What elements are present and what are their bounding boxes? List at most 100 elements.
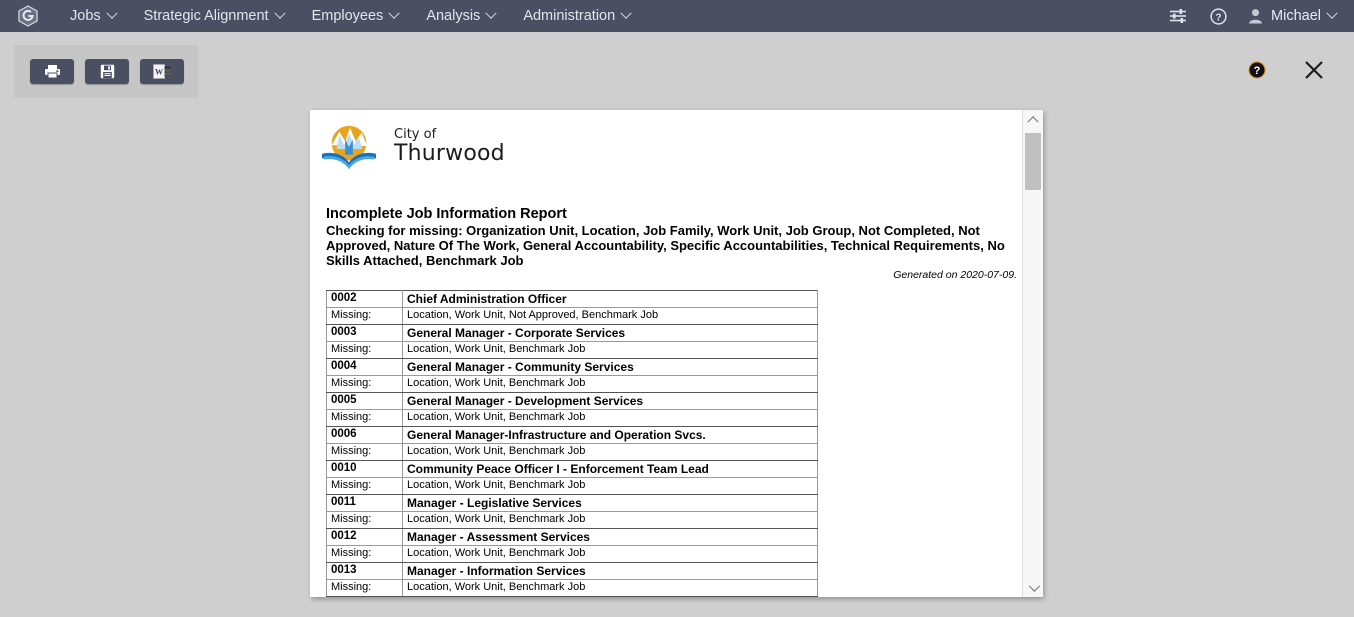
save-button[interactable] xyxy=(85,59,129,84)
nav-item-jobs[interactable]: Jobs xyxy=(56,0,130,32)
chevron-up-icon xyxy=(1026,115,1039,127)
table-row: Missing: Location, Work Unit, Benchmark J… xyxy=(326,545,818,563)
report-viewer: City of Thurwood Incomplete Job Informat… xyxy=(310,110,1043,597)
job-title-cell: Manager - Assessment Services xyxy=(402,528,818,546)
close-button[interactable] xyxy=(1302,58,1326,82)
export-word-button[interactable]: W xyxy=(140,59,184,84)
report-subtitle: Checking for missing: Organization Unit,… xyxy=(326,223,1005,268)
table-body: 0002 Chief Administration Officer Missing:… xyxy=(326,290,818,597)
job-title-cell: General Manager - Community Services xyxy=(402,358,818,376)
report-toolbar: W xyxy=(14,45,198,98)
missing-values-cell: Location, Work Unit, Not Approved, Bench… xyxy=(402,307,818,325)
user-menu[interactable]: Michael xyxy=(1238,0,1340,32)
print-icon xyxy=(44,65,60,79)
nav-item-label: Administration xyxy=(523,8,616,24)
scrollbar-thumb[interactable] xyxy=(1024,133,1041,190)
brand-line-city: City of xyxy=(394,127,437,142)
table-row: 0012 Manager - Assessment Services xyxy=(326,528,818,546)
svg-text:?: ? xyxy=(1254,65,1261,77)
navbar-right-group: ? Michael xyxy=(1158,0,1354,32)
job-code-cell: 0003 xyxy=(326,324,403,342)
window-help-button[interactable]: ? xyxy=(1248,61,1266,79)
table-row: 0013 Manager - Information Services xyxy=(326,562,818,580)
job-title-cell: Manager - Business Services xyxy=(402,596,818,597)
chevron-down-icon xyxy=(105,7,118,19)
missing-label-cell: Missing: xyxy=(326,477,403,495)
nav-item-label: Analysis xyxy=(426,8,481,24)
brand-line-name: Thurwood xyxy=(394,141,505,166)
job-code-cell: 0006 xyxy=(326,426,403,444)
job-code-cell: 0004 xyxy=(326,358,403,376)
save-floppy-icon xyxy=(100,64,114,79)
nav-item-administration[interactable]: Administration xyxy=(509,0,644,32)
help-circle-icon: ? xyxy=(1248,61,1266,79)
missing-label-cell: Missing: xyxy=(326,341,403,359)
job-title-cell: Manager - Legislative Services xyxy=(402,494,818,512)
table-row: Missing: Location, Work Unit, Benchmark J… xyxy=(326,443,818,461)
job-code-cell: 0013 xyxy=(326,562,403,580)
chevron-down-icon xyxy=(388,7,400,19)
job-code-cell: 0011 xyxy=(326,494,403,512)
job-code-cell: 0012 xyxy=(326,528,403,546)
chevron-down-icon xyxy=(1028,580,1040,592)
nav-item-label: Employees xyxy=(311,8,384,24)
table-row: 0005 General Manager - Development Servic… xyxy=(326,392,818,410)
city-sun-book-logo-icon xyxy=(322,125,376,170)
word-export-icon: W xyxy=(152,64,171,79)
report-title: Incomplete Job Information Report xyxy=(326,206,567,222)
print-button[interactable] xyxy=(30,59,74,84)
nav-item-strategic-alignment[interactable]: Strategic Alignment xyxy=(130,0,298,32)
scroll-down-button[interactable] xyxy=(1022,580,1043,597)
nav-item-label: Jobs xyxy=(70,8,101,24)
scroll-up-button[interactable] xyxy=(1022,110,1043,127)
job-title-cell: Chief Administration Officer xyxy=(402,290,818,308)
table-row: 0004 General Manager - Community Services xyxy=(326,358,818,376)
missing-values-cell: Location, Work Unit, Benchmark Job xyxy=(402,579,818,597)
user-avatar-icon xyxy=(1249,9,1263,24)
missing-label-cell: Missing: xyxy=(326,409,403,427)
nav-item-employees[interactable]: Employees xyxy=(298,0,413,32)
missing-values-cell: Location, Work Unit, Benchmark Job xyxy=(402,511,818,529)
hexagon-swirl-logo-icon xyxy=(18,5,38,27)
window-action-group: ? xyxy=(1248,58,1326,82)
job-code-cell: 0010 xyxy=(326,460,403,478)
missing-label-cell: Missing: xyxy=(326,545,403,563)
report-generated-date: Generated on 2020-07-09. xyxy=(893,269,1017,281)
table-row: 0002 Chief Administration Officer xyxy=(326,290,818,308)
nav-item-analysis[interactable]: Analysis xyxy=(412,0,509,32)
report-branding: City of Thurwood xyxy=(318,118,1022,184)
job-code-cell: 0002 xyxy=(326,290,403,308)
missing-values-cell: Location, Work Unit, Benchmark Job xyxy=(402,409,818,427)
chevron-down-icon xyxy=(1326,7,1338,19)
report-vertical-scrollbar[interactable] xyxy=(1022,110,1043,597)
navbar-help-button[interactable]: ? xyxy=(1198,0,1238,32)
missing-label-cell: Missing: xyxy=(326,375,403,393)
job-title-cell: General Manager-Infrastructure and Opera… xyxy=(402,426,818,444)
top-navigation-bar: Jobs Strategic Alignment Employees Analy… xyxy=(0,0,1354,32)
missing-values-cell: Location, Work Unit, Benchmark Job xyxy=(402,443,818,461)
incomplete-jobs-table: 0002 Chief Administration Officer Missing:… xyxy=(326,290,818,597)
table-row: Missing: Location, Work Unit, Benchmark J… xyxy=(326,409,818,427)
table-row: 0011 Manager - Legislative Services xyxy=(326,494,818,512)
settings-sliders-button[interactable] xyxy=(1158,0,1198,32)
job-title-cell: General Manager - Development Services xyxy=(402,392,818,410)
table-row: Missing: Location, Work Unit, Benchmark J… xyxy=(326,511,818,529)
report-content: City of Thurwood Incomplete Job Informat… xyxy=(310,110,1022,597)
table-row: 0010 Community Peace Officer I - Enforcem… xyxy=(326,460,818,478)
scrollbar-track[interactable] xyxy=(1022,127,1043,580)
table-row: Missing: Location, Work Unit, Benchmark J… xyxy=(326,579,818,597)
report-page: City of Thurwood Incomplete Job Informat… xyxy=(310,110,1022,597)
missing-values-cell: Location, Work Unit, Benchmark Job xyxy=(402,375,818,393)
missing-label-cell: Missing: xyxy=(326,307,403,325)
job-title-cell: Community Peace Officer I - Enforcement … xyxy=(402,460,818,478)
table-row: 0014Manager - Business Services xyxy=(326,596,818,597)
svg-text:W: W xyxy=(155,68,163,77)
app-logo[interactable] xyxy=(0,0,56,32)
table-row: Missing: Location, Work Unit, Benchmark J… xyxy=(326,341,818,359)
table-row: Missing: Location, Work Unit, Benchmark J… xyxy=(326,477,818,495)
chevron-down-icon xyxy=(620,7,632,19)
job-code-cell: 0014 xyxy=(326,596,403,597)
help-circle-icon: ? xyxy=(1209,7,1227,25)
table-row: 0006 General Manager-Infrastructure and O… xyxy=(326,426,818,444)
missing-label-cell: Missing: xyxy=(326,579,403,597)
